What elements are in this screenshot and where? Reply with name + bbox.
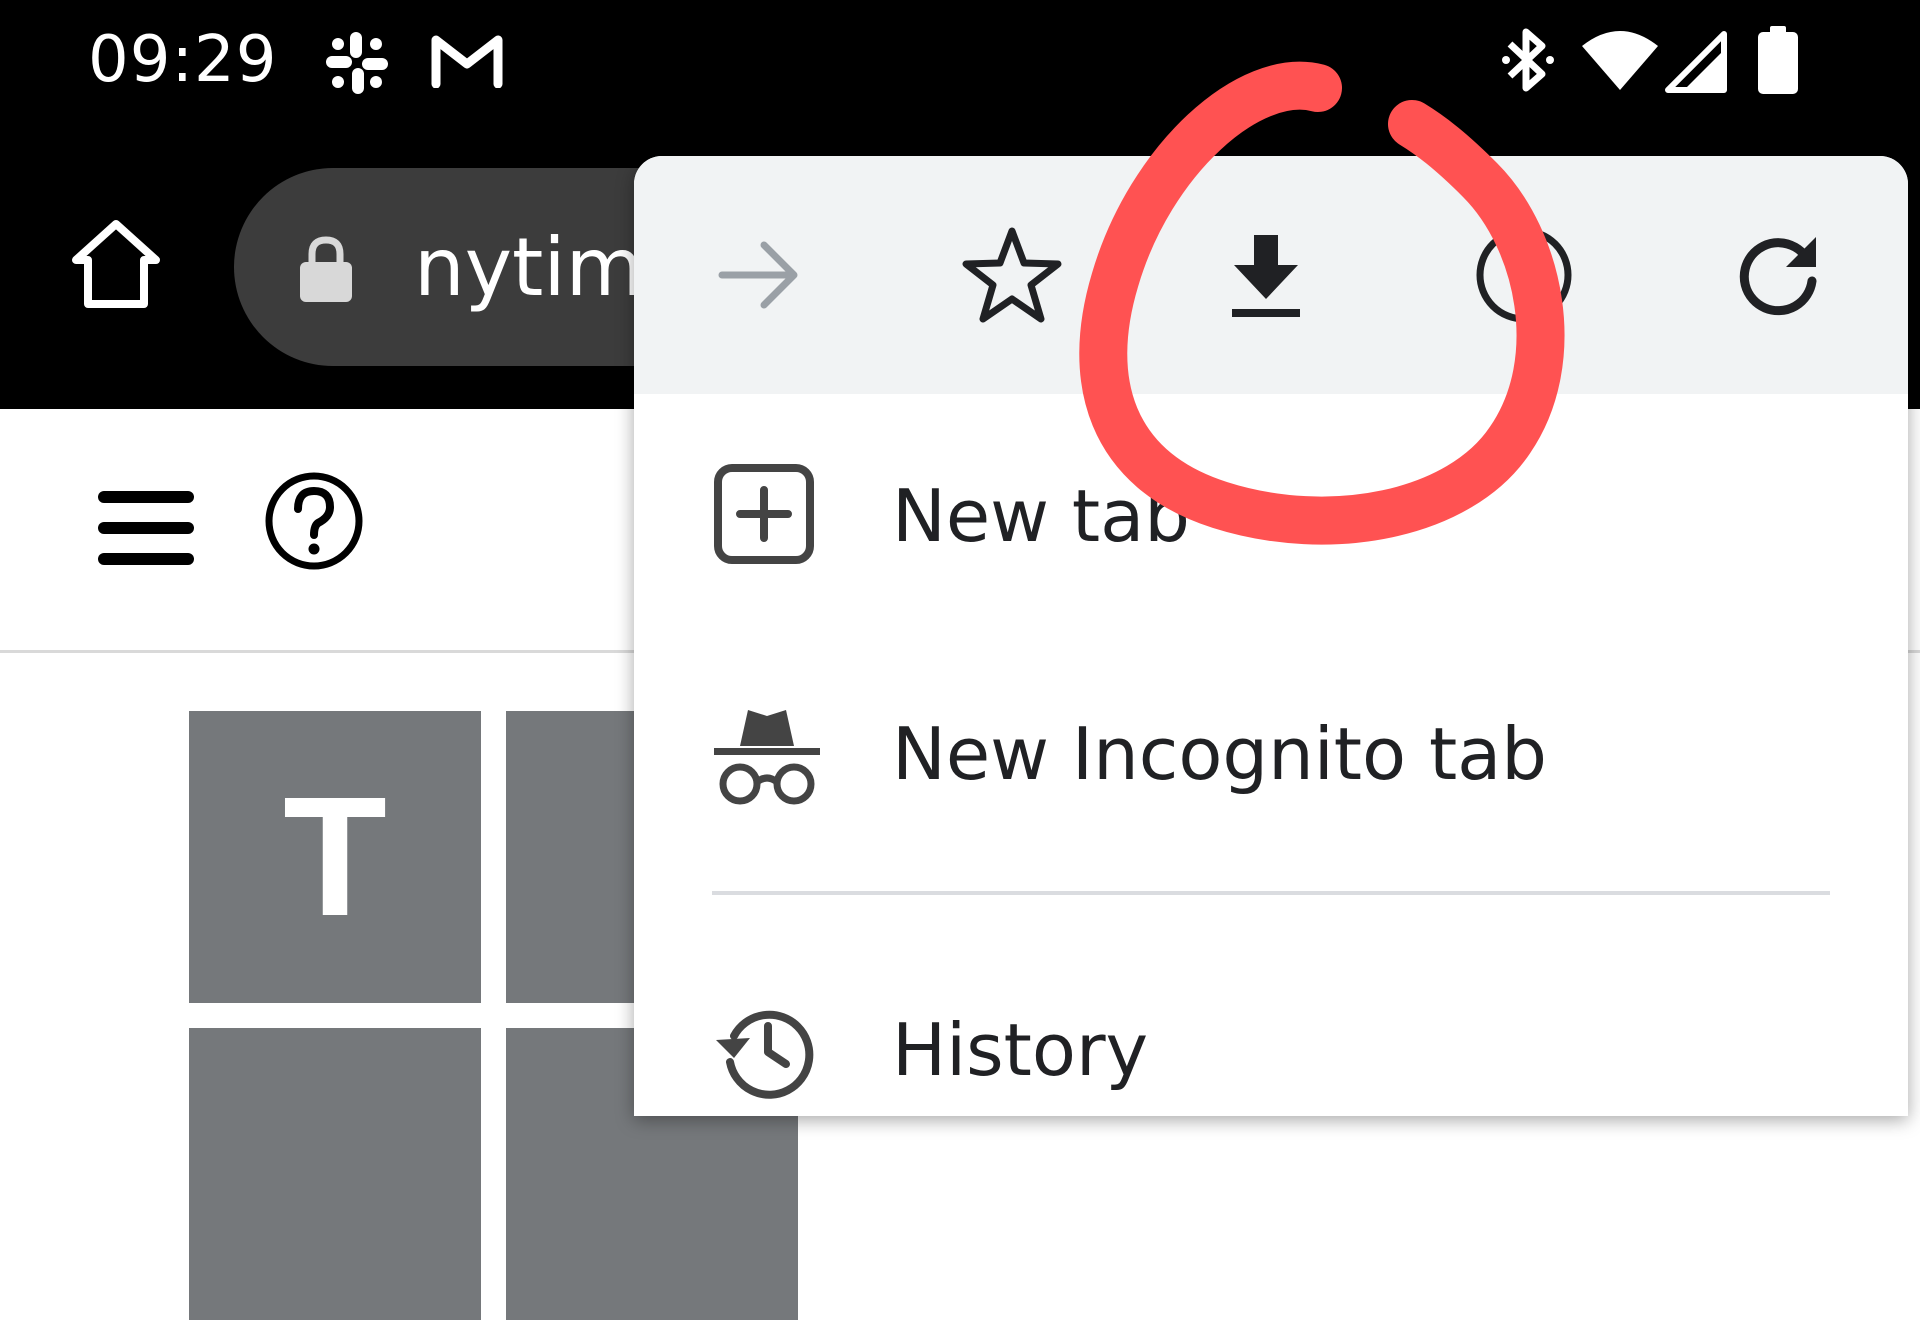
star-icon — [962, 227, 1062, 323]
letter-tile[interactable]: T — [189, 711, 481, 1003]
hamburger-menu-button[interactable] — [96, 483, 196, 573]
forward-arrow-icon — [718, 241, 798, 309]
menu-item-new-incognito-tab[interactable]: New Incognito tab — [634, 650, 1908, 850]
menu-action-row — [634, 156, 1908, 394]
status-bar: 09:29 — [0, 0, 1920, 135]
menu-item-label: History — [892, 1008, 1149, 1092]
menu-item-history[interactable]: History — [634, 946, 1908, 1116]
page-info-button[interactable] — [1468, 219, 1580, 331]
refresh-icon — [1739, 237, 1817, 316]
info-icon — [1476, 227, 1572, 323]
cell-signal-icon — [1664, 30, 1728, 99]
wifi-icon — [1580, 28, 1660, 97]
hamburger-icon — [98, 491, 194, 565]
menu-item-label: New Incognito tab — [892, 712, 1547, 796]
menu-divider — [712, 891, 1830, 895]
bookmark-button[interactable] — [956, 219, 1068, 331]
slack-icon — [322, 28, 392, 103]
battery-icon — [1756, 26, 1800, 101]
home-icon — [72, 220, 160, 308]
download-icon — [1232, 235, 1300, 317]
status-time: 09:29 — [88, 23, 278, 97]
bluetooth-icon — [1500, 24, 1556, 101]
lock-icon — [298, 234, 354, 309]
help-icon[interactable] — [262, 469, 366, 578]
download-button[interactable] — [1210, 219, 1322, 331]
forward-button[interactable] — [704, 219, 816, 331]
history-icon — [712, 996, 816, 1100]
overflow-menu: New tab New Incognito tab History — [634, 156, 1908, 1116]
refresh-button[interactable] — [1722, 219, 1834, 331]
menu-item-label: New tab — [892, 474, 1190, 558]
home-button[interactable] — [68, 216, 164, 312]
new-tab-icon — [712, 462, 816, 566]
gmail-icon — [430, 32, 504, 93]
letter-tile[interactable] — [189, 1028, 481, 1320]
menu-item-new-tab[interactable]: New tab — [634, 412, 1908, 612]
incognito-icon — [712, 700, 820, 805]
